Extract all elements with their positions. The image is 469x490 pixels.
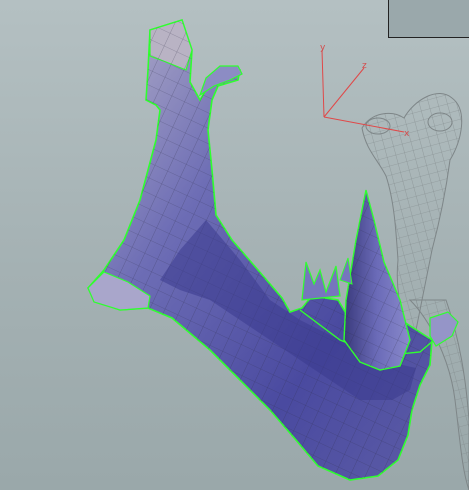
3d-viewport[interactable]: y z x: [0, 0, 469, 490]
tooth-small: [339, 257, 353, 285]
z-axis-line: [323, 67, 365, 118]
scene-canvas[interactable]: y z x: [0, 0, 469, 490]
y-axis-line: [321, 49, 325, 118]
x-axis-label: x: [404, 129, 410, 139]
y-axis-label: y: [320, 43, 326, 53]
tooth-cluster: [301, 261, 341, 301]
z-axis-label: z: [362, 61, 367, 71]
